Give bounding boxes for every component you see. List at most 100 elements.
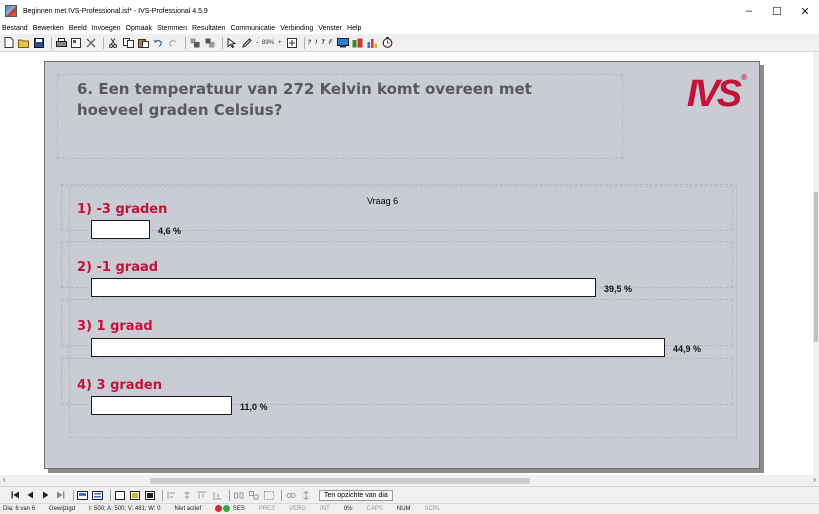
menu-stemmen[interactable]: Stemmen — [157, 25, 187, 32]
session-status: SES — [215, 505, 245, 513]
new-file-icon[interactable] — [3, 37, 15, 49]
modified-indicator: Gewijzigd — [49, 506, 76, 512]
pointer-icon[interactable] — [226, 37, 238, 49]
menu-verbinding[interactable]: Verbinding — [280, 25, 313, 32]
menu-help[interactable]: Help — [347, 25, 361, 32]
slide-workspace: 6. Een temperatuur van 272 Kelvin komt o… — [0, 52, 813, 475]
answer-3-value: 44,9 % — [673, 344, 702, 354]
paste-icon[interactable] — [137, 37, 149, 49]
app-icon — [5, 5, 17, 17]
redo-icon[interactable] — [167, 37, 179, 49]
maximize-button[interactable]: ☐ — [763, 0, 791, 22]
menu-communicatie[interactable]: Communicatie — [230, 25, 275, 32]
send-backward-icon[interactable] — [204, 37, 216, 49]
navigation-bar: Ten opzichte van dia — [0, 486, 819, 503]
ivs-logo: IVS ® — [687, 73, 747, 116]
horizontal-scroll-thumb[interactable] — [150, 478, 530, 484]
layout-grid-icon[interactable] — [144, 490, 155, 501]
horizontal-scrollbar[interactable]: ‹ › — [0, 475, 819, 486]
window-title: Beginnen met IVS-Professional.isf* - IVS… — [23, 7, 208, 15]
menu-bewerken[interactable]: Bewerken — [33, 25, 64, 32]
vertical-scrollbar[interactable] — [813, 52, 819, 475]
print-icon[interactable] — [55, 37, 67, 49]
distribute-icon[interactable] — [233, 490, 244, 501]
bring-forward-icon[interactable] — [189, 37, 201, 49]
align-top-icon[interactable] — [196, 490, 207, 501]
next-slide-icon[interactable] — [40, 490, 51, 501]
answer-1-value: 4,6 % — [158, 226, 182, 236]
menu-beeld[interactable]: Beeld — [69, 25, 87, 32]
group-icon[interactable] — [263, 490, 274, 501]
bar-chart-icon[interactable] — [367, 37, 379, 49]
progress-percent: 0% — [343, 506, 353, 512]
nav-separator — [229, 489, 230, 501]
fit-page-icon[interactable] — [286, 37, 298, 49]
menu-bestand[interactable]: Bestand — [2, 25, 28, 32]
outline-view-icon[interactable] — [92, 490, 103, 501]
zoom-in-button[interactable]: + — [278, 40, 282, 46]
pen-icon[interactable] — [241, 37, 253, 49]
answer-1-bar[interactable] — [91, 220, 150, 239]
align-bottom-icon[interactable] — [211, 490, 222, 501]
nav-separator — [162, 489, 163, 501]
exclamation-button[interactable]: ! — [315, 40, 317, 46]
zoom-out-button[interactable]: - — [256, 40, 258, 46]
false-button[interactable]: F — [329, 40, 333, 46]
red-status-icon — [215, 505, 223, 513]
minimize-button[interactable]: – — [735, 0, 763, 22]
answer-1-label[interactable]: 1) -3 graden — [77, 202, 167, 217]
scroll-left-icon[interactable]: ‹ — [3, 475, 6, 484]
align-center-icon[interactable] — [181, 490, 192, 501]
vertical-scroll-thumb[interactable] — [814, 192, 818, 342]
scroll-right-icon[interactable]: › — [813, 475, 816, 484]
scrl-indicator: SCRL — [424, 506, 441, 512]
answer-4-bar[interactable] — [91, 396, 232, 415]
status-bar: Dia: 6 van 6 Gewijzigd I: 500; A: 500; V… — [0, 503, 819, 514]
voting-icon[interactable] — [352, 37, 364, 49]
menu-venster[interactable]: Venster — [318, 25, 342, 32]
toolbar-separator — [103, 36, 104, 49]
undo-icon[interactable] — [152, 37, 164, 49]
ses-label: SES — [232, 506, 245, 513]
align-left-icon[interactable] — [166, 490, 177, 501]
layout-single-icon[interactable] — [114, 490, 125, 501]
slide-canvas[interactable]: 6. Een temperatuur van 272 Kelvin komt o… — [44, 61, 760, 469]
verg-indicator: VERG — [289, 506, 307, 512]
overview-button[interactable]: Ten opzichte van dia — [319, 489, 393, 501]
answer-2-bar[interactable] — [91, 278, 596, 297]
close-button[interactable]: ✕ — [791, 0, 819, 22]
save-icon[interactable] — [33, 37, 45, 49]
menu-opmaak[interactable]: Opmaak — [126, 25, 152, 32]
slide-indicator: Dia: 6 van 6 — [3, 506, 36, 512]
zoom-level[interactable]: 89% — [262, 40, 274, 46]
toolbar-separator — [185, 36, 186, 49]
slide-view-icon[interactable] — [77, 490, 88, 501]
screen-icon[interactable] — [336, 37, 349, 49]
same-size-icon[interactable] — [248, 490, 259, 501]
properties-icon[interactable] — [70, 37, 82, 49]
last-slide-icon[interactable] — [55, 490, 66, 501]
nav-separator — [110, 489, 111, 501]
true-button[interactable]: T — [321, 40, 325, 46]
previous-slide-icon[interactable] — [25, 490, 36, 501]
delete-icon[interactable] — [85, 37, 97, 49]
answer-3-label[interactable]: 3) 1 graad — [77, 319, 153, 334]
toolbar-separator — [222, 36, 223, 49]
green-status-icon — [223, 505, 231, 513]
registered-mark: ® — [741, 73, 747, 82]
open-folder-icon[interactable] — [18, 37, 30, 49]
first-slide-icon[interactable] — [10, 490, 21, 501]
answer-2-label[interactable]: 2) -1 graad — [77, 260, 158, 275]
copy-icon[interactable] — [122, 37, 134, 49]
answer-3-bar[interactable] — [91, 338, 665, 357]
timer-icon[interactable] — [382, 37, 394, 49]
menu-invoegen[interactable]: Invoegen — [92, 25, 121, 32]
link-icon[interactable] — [285, 490, 296, 501]
spacing-icon[interactable] — [300, 490, 311, 501]
question-text[interactable]: 6. Een temperatuur van 272 Kelvin komt o… — [77, 79, 597, 121]
question-mark-button[interactable]: ? — [308, 40, 312, 46]
answer-4-label[interactable]: 4) 3 graden — [77, 378, 162, 393]
cut-icon[interactable] — [107, 37, 119, 49]
layout-double-icon[interactable] — [129, 490, 140, 501]
menu-resultaten[interactable]: Resultaten — [192, 25, 225, 32]
